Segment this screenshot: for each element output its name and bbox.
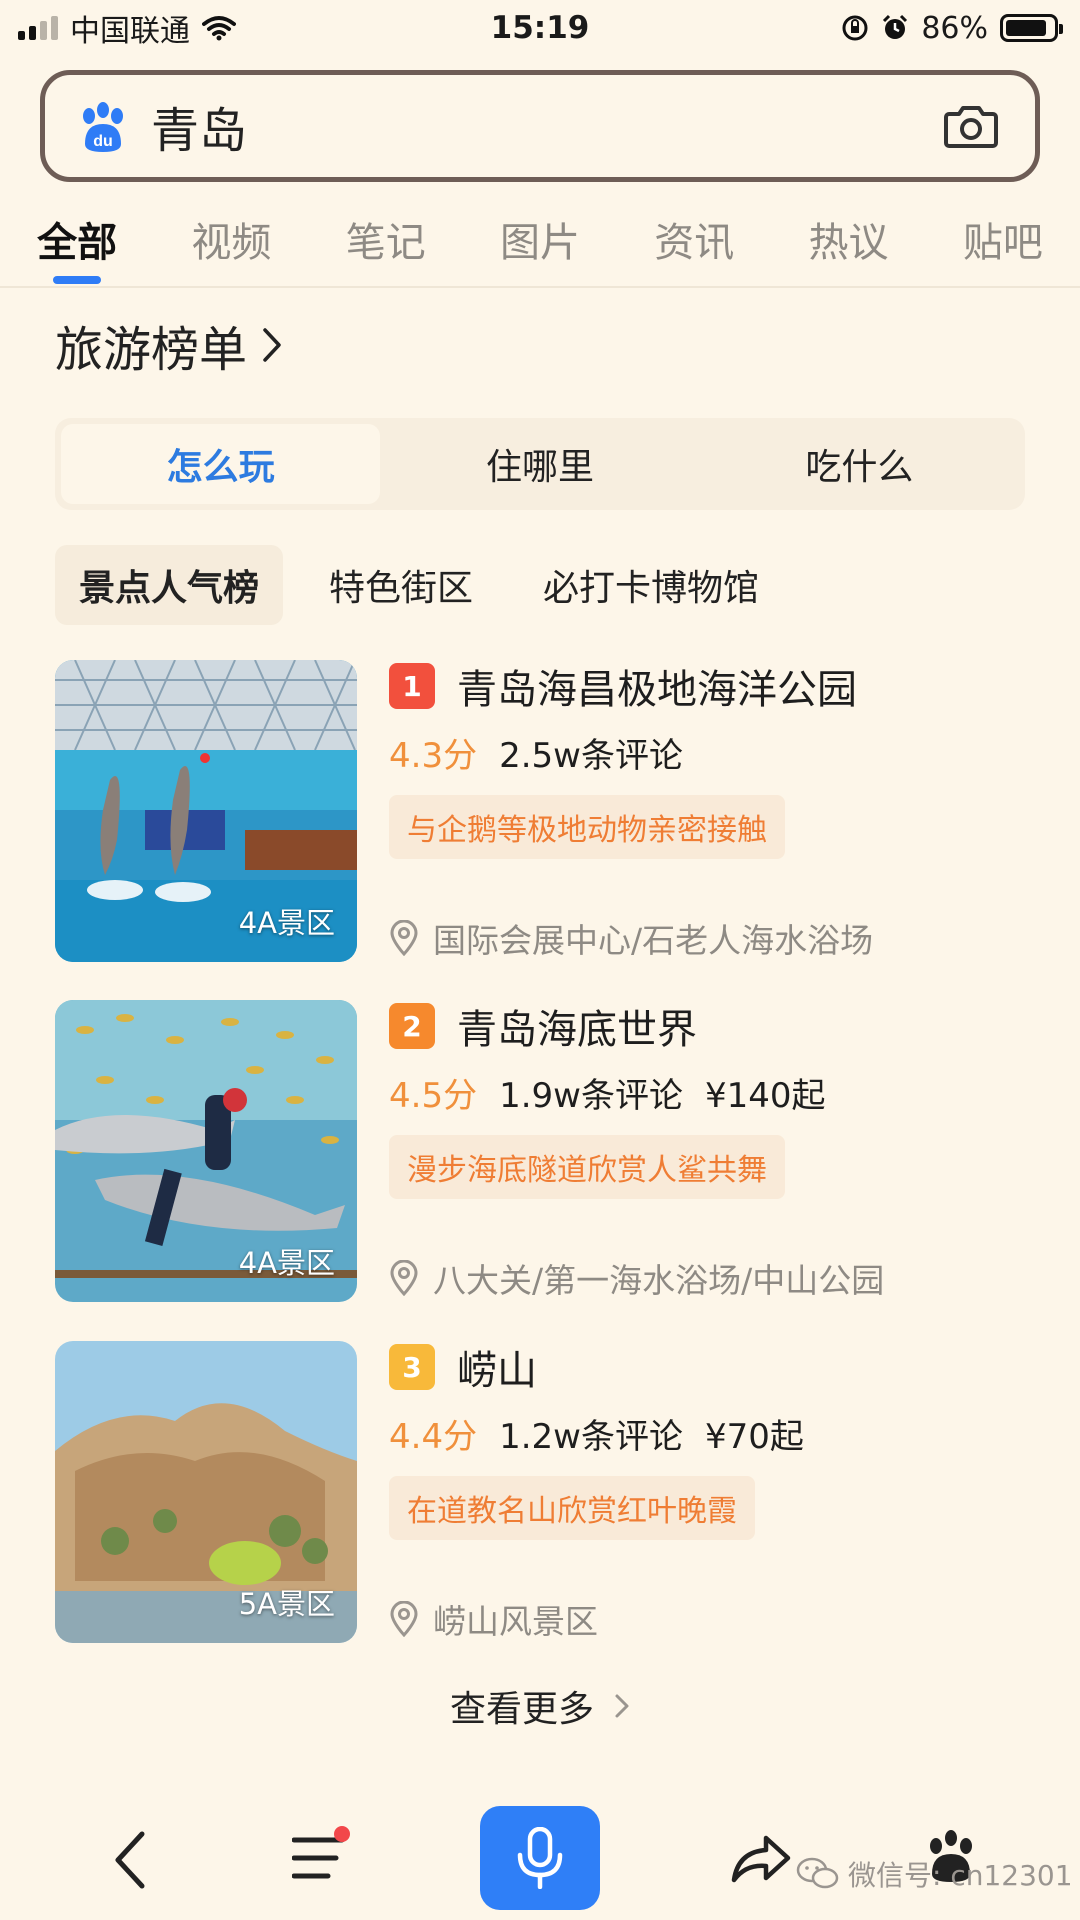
attraction-name: 青岛海底世界 (457, 1007, 697, 1053)
menu-button[interactable] (292, 1826, 350, 1882)
tab-video[interactable]: 视频 (154, 200, 308, 286)
tabs-divider (0, 286, 1080, 288)
share-icon (731, 1835, 791, 1883)
notification-dot (334, 1826, 350, 1842)
back-button[interactable] (100, 1828, 160, 1892)
price: ¥70起 (704, 1417, 804, 1457)
rating-score: 4.3分 (389, 736, 478, 776)
wechat-watermark: 微信号: cn12301 (796, 1854, 1073, 1894)
attraction-level-badge: 4A景区 (238, 906, 335, 940)
attraction-name: 青岛海昌极地海洋公园 (457, 667, 857, 713)
location-text: 崂山风景区 (433, 1602, 598, 1641)
rank-badge: 3 (389, 1344, 435, 1390)
see-more-button[interactable]: 查看更多 (0, 1680, 1080, 1732)
battery-icon (1000, 14, 1063, 42)
search-input[interactable]: 青岛 (151, 91, 943, 161)
tab-all[interactable]: 全部 (0, 200, 154, 286)
menu-icon (292, 1837, 344, 1879)
attraction-image: 4A景区 (55, 1000, 357, 1302)
section-title: 旅游榜单 (55, 322, 248, 378)
travel-ranking-header[interactable]: 旅游榜单 (55, 310, 283, 380)
chip-featured-streets[interactable]: 特色街区 (305, 545, 497, 625)
review-count: 2.5w条评论 (499, 736, 683, 776)
carrier-label: 中国联通 (70, 14, 190, 49)
chip-museums[interactable]: 必打卡博物馆 (519, 545, 783, 625)
chevron-right-icon (615, 1694, 629, 1718)
tab-images[interactable]: 图片 (463, 200, 617, 286)
segment-control: 怎么玩 住哪里 吃什么 (55, 418, 1025, 510)
attraction-name: 崂山 (457, 1348, 537, 1394)
list-item[interactable]: 5A景区 3 崂山 4.4分 1.2w条评论 ¥70起 在道教名山欣赏红叶晚霞 … (55, 1341, 1035, 1643)
attraction-level-badge: 4A景区 (238, 1246, 335, 1280)
price: ¥140起 (704, 1076, 826, 1116)
attraction-level-badge: 5A景区 (238, 1587, 335, 1621)
baidu-paw-logo-icon: du (83, 102, 123, 152)
back-arrow-icon (115, 1831, 145, 1889)
watermark-text: 微信号: cn12301 (848, 1859, 1073, 1892)
wifi-icon (202, 16, 236, 41)
segment-what-to-eat[interactable]: 吃什么 (700, 424, 1019, 504)
search-box[interactable]: du 青岛 (40, 70, 1040, 182)
svg-text:du: du (93, 133, 113, 150)
rank-badge: 1 (389, 663, 435, 709)
tab-notes[interactable]: 笔记 (309, 200, 463, 286)
location-pin-icon (390, 920, 418, 956)
highlight-tag: 与企鹅等极地动物亲密接触 (389, 795, 785, 859)
location-pin-icon (390, 1260, 418, 1296)
share-button[interactable] (730, 1830, 792, 1886)
rating-score: 4.5分 (389, 1076, 478, 1116)
chevron-right-icon (263, 328, 281, 362)
list-item[interactable]: 4A景区 2 青岛海底世界 4.5分 1.9w条评论 ¥140起 漫步海底隧道欣… (55, 1000, 1035, 1302)
tab-discussion[interactable]: 热议 (771, 200, 925, 286)
signal-icon (18, 16, 58, 40)
microphone-icon (517, 1827, 563, 1889)
battery-percent: 86% (921, 10, 988, 46)
attraction-image: 5A景区 (55, 1341, 357, 1643)
chip-popular-attractions[interactable]: 景点人气榜 (55, 545, 284, 625)
segment-how-to-play[interactable]: 怎么玩 (61, 424, 381, 504)
tab-tieba[interactable]: 贴吧 (926, 200, 1080, 286)
rating-score: 4.4分 (389, 1417, 478, 1457)
category-chips: 景点人气榜 特色街区 必打卡博物馆 (55, 545, 783, 625)
review-count: 1.2w条评论 (499, 1417, 683, 1457)
segment-where-to-stay[interactable]: 住哪里 (380, 424, 699, 504)
attraction-image: 4A景区 (55, 660, 357, 962)
alarm-icon (883, 14, 908, 39)
wechat-icon (796, 1857, 839, 1889)
list-item[interactable]: 4A景区 1 青岛海昌极地海洋公园 4.3分 2.5w条评论 与企鹅等极地动物亲… (55, 660, 1035, 962)
rotation-lock-icon (842, 15, 868, 41)
rank-badge: 2 (389, 1003, 435, 1049)
camera-icon[interactable] (943, 102, 999, 150)
search-tabs: 全部 视频 笔记 图片 资讯 热议 贴吧 (0, 200, 1080, 286)
see-more-label: 查看更多 (449, 1689, 594, 1730)
voice-search-button[interactable] (480, 1806, 600, 1910)
tab-news[interactable]: 资讯 (617, 200, 771, 286)
highlight-tag: 漫步海底隧道欣赏人鲨共舞 (389, 1135, 785, 1199)
highlight-tag: 在道教名山欣赏红叶晚霞 (389, 1476, 755, 1540)
location-text: 国际会展中心/石老人海水浴场 (433, 921, 874, 960)
review-count: 1.9w条评论 (499, 1076, 683, 1116)
location-text: 八大关/第一海水浴场/中山公园 (433, 1261, 885, 1300)
status-bar: 中国联通 15:19 86% (0, 0, 1080, 56)
location-pin-icon (390, 1601, 418, 1637)
